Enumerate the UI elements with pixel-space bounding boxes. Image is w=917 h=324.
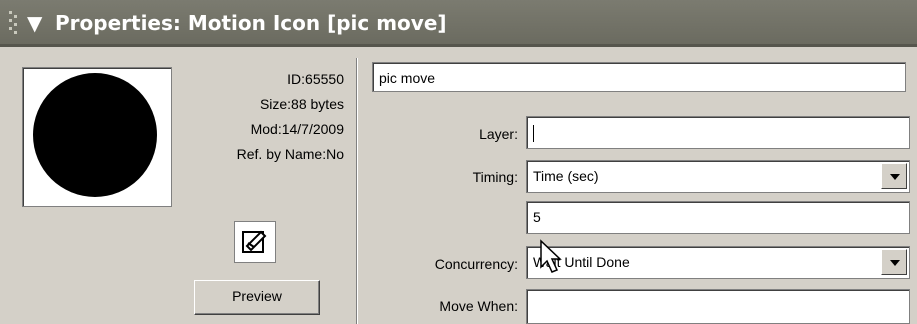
icon-id: ID:65550 [287, 71, 344, 87]
layer-field[interactable] [526, 116, 910, 149]
collapse-triangle-icon[interactable]: ▼ [27, 10, 42, 36]
preview-button[interactable]: Preview [194, 280, 320, 315]
duration-field[interactable]: 5 [526, 201, 910, 234]
timing-select[interactable]: Time (sec) [526, 160, 910, 193]
icon-ref-by-name: Ref. by Name:No [236, 146, 344, 162]
icon-preview-thumbnail [22, 67, 172, 207]
timing-value: Time (sec) [533, 168, 599, 184]
layer-label: Layer: [479, 126, 518, 142]
circle-shape [33, 73, 157, 197]
concurrency-label: Concurrency: [434, 256, 518, 272]
grip-handle-icon[interactable] [9, 11, 19, 35]
concurrency-dropdown-arrow-icon[interactable] [881, 249, 907, 275]
timing-dropdown-arrow-icon[interactable] [881, 163, 907, 189]
vertical-divider [356, 58, 358, 324]
move-when-field[interactable] [526, 289, 910, 324]
open-editor-button[interactable] [234, 221, 276, 263]
concurrency-select[interactable]: Wait Until Done [526, 246, 910, 279]
timing-label: Timing: [472, 169, 518, 185]
icon-info: ID:65550 Size:88 bytes Mod:14/7/2009 Ref… [176, 67, 344, 167]
properties-panel: ▼ Properties: Motion Icon [pic move] ID:… [0, 0, 917, 324]
move-when-label: Move When: [439, 298, 518, 314]
panel-title: Properties: Motion Icon [pic move] [55, 11, 447, 35]
duration-value: 5 [533, 209, 541, 225]
icon-size: Size:88 bytes [259, 96, 344, 112]
panel-titlebar: ▼ Properties: Motion Icon [pic move] [0, 0, 917, 47]
text-caret [533, 124, 534, 142]
edit-icon [242, 230, 267, 253]
mouse-pointer-icon [540, 239, 562, 273]
icon-modified: Mod:14/7/2009 [250, 121, 344, 137]
icon-name-field[interactable]: pic move [372, 62, 906, 92]
